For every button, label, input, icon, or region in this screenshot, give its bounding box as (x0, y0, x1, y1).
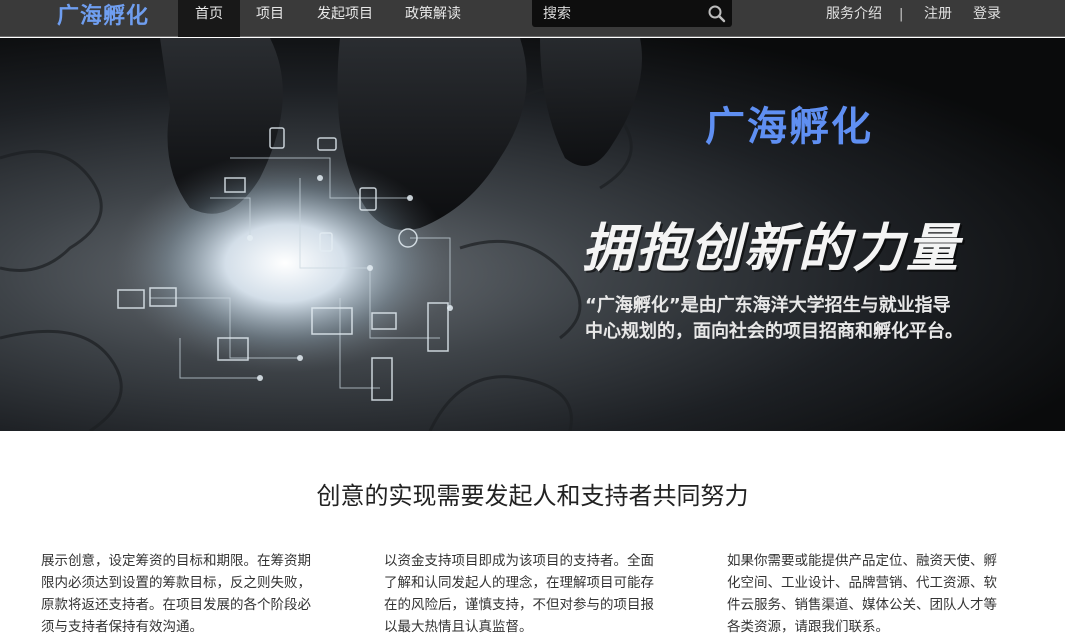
nav-item-launch-project[interactable]: 发起项目 (304, 0, 386, 37)
top-navbar: 广海孵化 首页 项目 发起项目 政策解读 服务介绍 | 注册 登录 (0, 0, 1065, 37)
nav-item-home[interactable]: 首页 (178, 0, 240, 37)
search-icon[interactable] (707, 4, 727, 24)
hero-slogan: 拥抱创新的力量 (582, 218, 961, 279)
hero-description-line: “广海孵化”是由广东海洋大学招生与就业指导 (585, 295, 951, 316)
nav-divider: | (899, 7, 904, 22)
hero-description-line: 中心规划的，面向社会的项目招商和孵化平台。 (585, 321, 963, 342)
nav-item-policy[interactable]: 政策解读 (390, 0, 476, 37)
hero-brand-title: 广海孵化 (705, 104, 873, 150)
search-box (532, 0, 732, 27)
intro-column-initiator: 展示创意，设定筹资的目标和期限。在筹资期限内必须达到设置的筹款目标，反之则失败，… (41, 553, 311, 635)
intro-column-resources: 如果你需要或能提供产品定位、融资天使、孵化空间、工业设计、品牌营销、代工资源、软… (727, 553, 997, 635)
nav-link-login[interactable]: 登录 (973, 0, 1001, 29)
nav-link-register[interactable]: 注册 (924, 0, 952, 29)
nav-item-projects[interactable]: 项目 (240, 0, 300, 37)
search-input[interactable] (532, 0, 702, 27)
hero-banner: 广海孵化 拥抱创新的力量 “广海孵化”是由广东海洋大学招生与就业指导 中心规划的… (0, 38, 1065, 431)
hero-description: “广海孵化”是由广东海洋大学招生与就业指导 中心规划的，面向社会的项目招商和孵化… (585, 293, 1045, 345)
intro-column-supporter: 以资金支持项目即成为该项目的支持者。全面了解和认同发起人的理念，在理解项目可能存… (384, 553, 654, 635)
nav-link-service-intro[interactable]: 服务介绍 (826, 0, 882, 29)
section-title: 创意的实现需要发起人和支持者共同努力 (316, 482, 749, 510)
site-logo[interactable]: 广海孵化 (57, 3, 149, 31)
